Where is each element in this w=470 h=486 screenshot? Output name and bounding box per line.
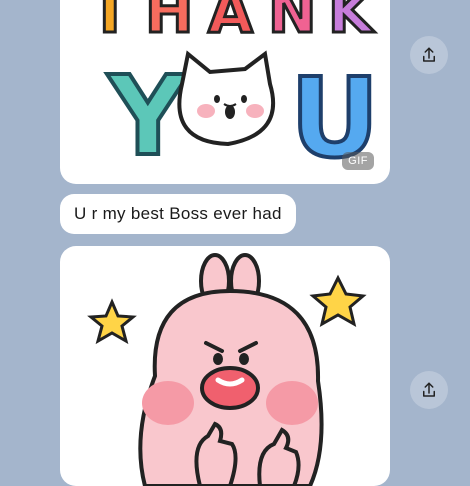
letter-k: K [328, 0, 375, 46]
sticker-message[interactable] [60, 246, 390, 486]
bunny-sticker-image [87, 253, 367, 486]
share-button-gif[interactable] [410, 36, 448, 74]
star-left [87, 298, 137, 345]
letter-t: T [90, 0, 130, 46]
message-text: U r my best Boss ever had [74, 204, 282, 223]
share-button-sticker[interactable] [410, 371, 448, 409]
cat-face [177, 50, 276, 147]
letter-a: A [208, 0, 253, 46]
thank-you-gif-image: T H A N K Y U [89, 0, 382, 184]
text-message[interactable]: U r my best Boss ever had [60, 194, 296, 234]
gif-message[interactable]: T H A N K Y U GIF [60, 0, 390, 184]
letter-n: N [268, 0, 317, 46]
letter-h: H [145, 0, 194, 46]
gif-badge: GIF [342, 152, 374, 170]
star-right [309, 274, 367, 327]
share-icon [420, 46, 438, 64]
letter-y: Y [106, 52, 189, 180]
share-icon [420, 381, 438, 399]
